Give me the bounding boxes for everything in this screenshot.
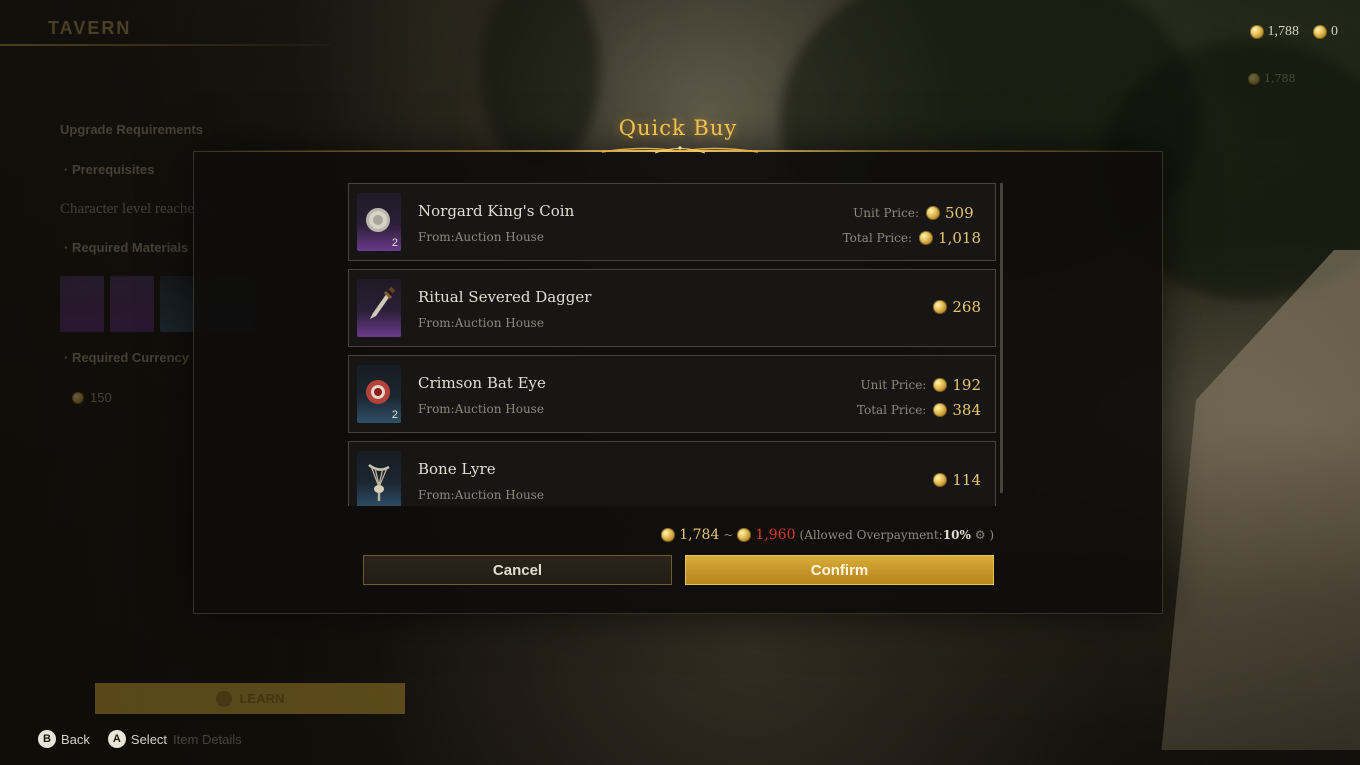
- gold-coin-icon: [933, 300, 948, 314]
- item-quantity: 2: [391, 409, 398, 421]
- cancel-button[interactable]: Cancel: [363, 555, 672, 585]
- gold-coin-icon: [919, 230, 934, 245]
- page-title: TAVERN: [48, 18, 132, 38]
- hint-select-label: Select: [130, 731, 168, 747]
- lyre-item-icon: [368, 463, 390, 501]
- unit-price-line: Unit Price: 509: [843, 200, 981, 225]
- dialog-title: Quick Buy: [618, 116, 738, 140]
- list-scrollbar[interactable]: [1000, 183, 1003, 493]
- settings-gear-icon[interactable]: ⚙: [975, 528, 986, 542]
- unit-price-label: Unit Price:: [853, 205, 919, 220]
- currency-bar: 1,788 0: [1249, 24, 1338, 40]
- total-price-label: Total Price:: [842, 230, 913, 245]
- item-name: Norgard King's Coin: [418, 202, 575, 220]
- item-icon-slot: [357, 451, 401, 506]
- hint-back-label: Back: [61, 731, 90, 747]
- currency-sub-amount: 1,788: [1264, 72, 1296, 85]
- gold-currency: 1,788: [1249, 24, 1300, 40]
- item-icon-slot: [357, 279, 401, 337]
- background-tree: [480, 0, 600, 170]
- list-item[interactable]: Bone Lyre From:Auction House 114: [348, 441, 996, 506]
- item-icon-slot: 2: [357, 193, 401, 251]
- item-price: 114: [933, 471, 981, 489]
- gold-coin-icon: [1248, 72, 1260, 85]
- learn-button[interactable]: LEARN: [95, 683, 405, 714]
- material-slot[interactable]: [110, 276, 154, 332]
- prerequisites-heading: · Prerequisites: [64, 162, 155, 177]
- item-prices: Unit Price: 192 Total Price: 384: [857, 372, 981, 422]
- gold-coin-icon: [1249, 25, 1264, 39]
- hint-item-details: Item Details: [173, 732, 242, 747]
- item-name: Ritual Severed Dagger: [418, 288, 592, 306]
- confirm-button[interactable]: Confirm: [685, 555, 994, 585]
- a-button-icon: A: [107, 730, 126, 748]
- item-source: From:Auction House: [418, 230, 544, 244]
- hint-select[interactable]: A Select: [107, 730, 168, 748]
- overpay-value: 10%: [942, 528, 971, 542]
- unit-price-label: Unit Price:: [860, 377, 927, 392]
- title-underline: [0, 44, 330, 46]
- total-min: 1,784: [679, 527, 720, 543]
- item-source: From:Auction House: [418, 316, 544, 330]
- background-tent: [1161, 250, 1360, 750]
- required-currency-heading: · Required Currency: [64, 350, 189, 365]
- item-source: From:Auction House: [418, 402, 544, 416]
- hint-back[interactable]: B Back: [38, 730, 90, 748]
- b-button-icon: B: [38, 730, 56, 748]
- gold-coin-icon: [72, 391, 84, 404]
- gold-coin-icon: [933, 377, 948, 392]
- item-name: Crimson Bat Eye: [418, 374, 546, 392]
- item-icon-slot: 2: [357, 365, 401, 423]
- gold-coin-icon: [933, 402, 948, 417]
- premium-amount: 0: [1331, 24, 1338, 39]
- item-prices: Unit Price: 509 Total Price: 1,018: [843, 200, 981, 250]
- total-price-value: 1,018: [938, 228, 981, 247]
- list-item[interactable]: 2 Norgard King's Coin From:Auction House…: [348, 183, 996, 261]
- premium-currency: 0: [1313, 24, 1338, 40]
- gold-coin-icon: [737, 528, 752, 542]
- overpayment-note: (Allowed Overpayment:10% ⚙ ): [800, 528, 994, 542]
- title-flourish-icon: [601, 146, 759, 154]
- required-materials-heading: · Required Materials: [64, 240, 189, 255]
- gold-coin-icon: [926, 205, 940, 220]
- list-item[interactable]: Ritual Severed Dagger From:Auction House…: [348, 269, 996, 347]
- total-separator: ~: [723, 528, 734, 542]
- total-max: 1,960: [755, 527, 796, 543]
- item-quantity: 2: [391, 237, 398, 249]
- dagger-item-icon: [370, 286, 396, 319]
- gold-coin-icon: [933, 473, 948, 487]
- premium-coin-icon: [1313, 25, 1327, 39]
- total-price-line: Total Price: 1,018: [843, 225, 981, 250]
- controller-hints: B Back A Select Item Details: [38, 730, 242, 748]
- total-price-label: Total Price:: [856, 402, 927, 417]
- unit-price-value: 509: [945, 203, 974, 222]
- gold-amount: 1,788: [1267, 24, 1300, 39]
- currency-sub: 1,788: [1248, 72, 1296, 85]
- character-level-requirement: Character level reaches 5: [60, 201, 212, 217]
- total-price-line: Total Price: 384: [857, 397, 981, 422]
- item-source: From:Auction House: [418, 488, 544, 502]
- price-value: 268: [952, 298, 981, 316]
- learn-button-label: LEARN: [239, 691, 285, 706]
- material-slot[interactable]: [60, 276, 104, 332]
- unit-price-value: 192: [952, 375, 981, 394]
- required-currency-amount: 150: [90, 390, 112, 405]
- overpay-prefix: (Allowed Overpayment:: [799, 528, 943, 542]
- item-price: 268: [933, 298, 981, 316]
- list-item[interactable]: 2 Crimson Bat Eye From:Auction House Uni…: [348, 355, 996, 433]
- upgrade-requirements-heading: Upgrade Requirements: [60, 122, 204, 137]
- unit-price-line: Unit Price: 192: [857, 372, 981, 397]
- item-list[interactable]: 2 Norgard King's Coin From:Auction House…: [348, 183, 996, 506]
- hint-item-details-label: Item Details: [173, 731, 242, 747]
- total-price-value: 384: [952, 400, 981, 419]
- price-value: 114: [952, 471, 981, 489]
- item-name: Bone Lyre: [418, 460, 496, 478]
- button-prompt-icon: [215, 690, 232, 707]
- overpay-suffix: ): [989, 528, 994, 542]
- gold-coin-icon: [661, 528, 676, 542]
- total-price-range: 1,784 ~ 1,960 (Allowed Overpayment:10% ⚙…: [661, 527, 994, 543]
- required-currency-value: 150: [72, 390, 112, 405]
